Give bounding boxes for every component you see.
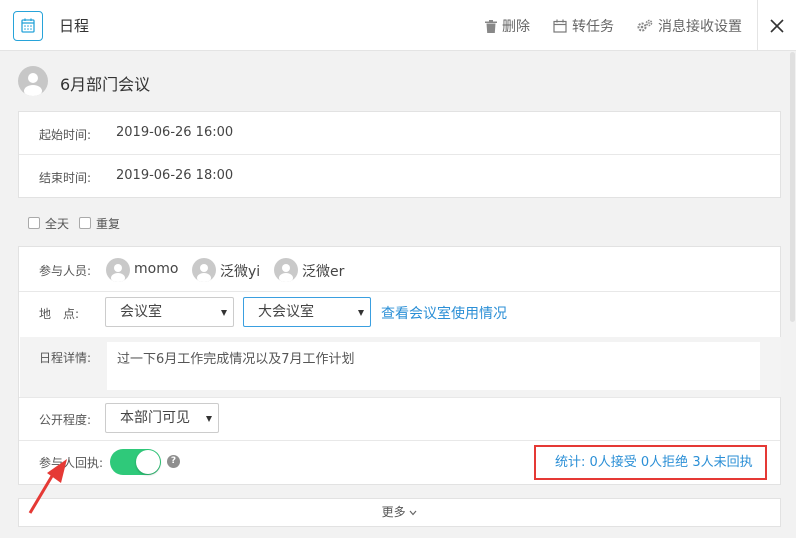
notify-settings-label: 消息接收设置 bbox=[658, 19, 742, 35]
participants-label: 参与人员: bbox=[39, 264, 92, 278]
end-time-label: 结束时间: bbox=[39, 171, 92, 185]
event-title: 6月部门会议 bbox=[60, 75, 151, 94]
room-type-select[interactable]: 会议室 bbox=[105, 297, 234, 327]
start-time-label: 起始时间: bbox=[39, 128, 92, 142]
app-title: 日程 bbox=[59, 17, 90, 35]
divider bbox=[19, 397, 780, 398]
header-bar: 日程 删除 转任务 消息接收设置 bbox=[0, 0, 796, 51]
avatar bbox=[18, 66, 48, 96]
visibility-label: 公开程度: bbox=[39, 413, 92, 427]
annotation-arrow-icon bbox=[28, 459, 67, 514]
toggle-knob bbox=[136, 450, 160, 474]
all-day-label: 全天 bbox=[45, 217, 70, 231]
room-type-value: 会议室 bbox=[120, 304, 162, 320]
details-textarea[interactable]: 过一下6月工作完成情况以及7月工作计划 bbox=[107, 342, 760, 390]
all-day-checkbox[interactable] bbox=[28, 217, 40, 229]
visibility-select[interactable]: 本部门可见 bbox=[105, 403, 219, 433]
header-divider bbox=[757, 0, 758, 51]
details-label: 日程详情: bbox=[39, 351, 92, 365]
chevron-down-icon bbox=[221, 310, 227, 316]
delete-button[interactable]: 删除 bbox=[485, 16, 530, 36]
more-label: 更多 bbox=[381, 505, 406, 519]
help-icon[interactable]: ? bbox=[167, 455, 180, 468]
scrollbar[interactable] bbox=[790, 52, 795, 322]
notify-settings-button[interactable]: 消息接收设置 bbox=[637, 16, 742, 36]
more-button[interactable]: 更多 bbox=[18, 498, 781, 527]
room-usage-link[interactable]: 查看会议室使用情况 bbox=[381, 303, 507, 323]
time-card: 起始时间: 2019-06-26 16:00 结束时间: 2019-06-26 … bbox=[18, 111, 781, 198]
divider bbox=[19, 291, 780, 292]
convert-task-label: 转任务 bbox=[572, 19, 614, 35]
chevron-down-icon bbox=[206, 416, 212, 422]
chevron-down-icon bbox=[358, 310, 364, 316]
room-value: 大会议室 bbox=[258, 304, 314, 320]
receipt-stats[interactable]: 统计: 0人接受 0人拒绝 3人未回执 bbox=[534, 445, 767, 480]
participant-name[interactable]: 泛微yi bbox=[220, 261, 260, 281]
repeat-checkbox[interactable] bbox=[79, 217, 91, 229]
divider bbox=[19, 440, 780, 441]
visibility-value: 本部门可见 bbox=[120, 410, 190, 426]
repeat-label: 重复 bbox=[96, 217, 121, 231]
trash-icon bbox=[485, 19, 497, 33]
participant-name[interactable]: momo bbox=[134, 261, 178, 277]
calendar-small-icon bbox=[553, 19, 567, 33]
avatar bbox=[106, 258, 130, 282]
avatar bbox=[274, 258, 298, 282]
gears-icon bbox=[637, 19, 653, 32]
chevron-down-icon bbox=[409, 510, 417, 516]
close-icon[interactable] bbox=[766, 15, 788, 37]
calendar-icon bbox=[13, 11, 43, 41]
end-time-value[interactable]: 2019-06-26 18:00 bbox=[116, 168, 233, 183]
details-card: 参与人员: momo 泛微yi 泛微er 地 点: 会议室 大会议室 查看会议室… bbox=[18, 246, 781, 485]
start-time-value[interactable]: 2019-06-26 16:00 bbox=[116, 125, 233, 140]
convert-task-button[interactable]: 转任务 bbox=[553, 16, 614, 36]
divider bbox=[19, 154, 780, 155]
avatar bbox=[192, 258, 216, 282]
details-row: 日程详情: 过一下6月工作完成情况以及7月工作计划 bbox=[20, 337, 781, 397]
participant-name[interactable]: 泛微er bbox=[302, 261, 344, 281]
room-select[interactable]: 大会议室 bbox=[243, 297, 371, 327]
delete-label: 删除 bbox=[502, 19, 530, 35]
receipt-toggle[interactable] bbox=[110, 449, 161, 475]
location-label: 地 点: bbox=[39, 307, 80, 321]
